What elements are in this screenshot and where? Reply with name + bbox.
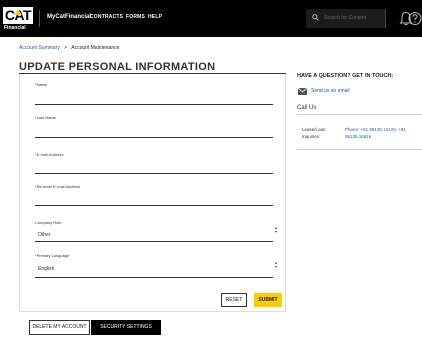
submit-button[interactable]: SUBMIT [254,293,282,307]
last-name-label: *Last Name [35,115,56,120]
company-role-arrows-icon[interactable]: ▴ ▾ [275,226,277,234]
phone-number-line-1[interactable]: Phone: +91 95135 12120, +91 [345,127,406,132]
delete-account-tab[interactable]: DELETE MY ACCOUNT [29,320,90,335]
breadcrumb-separator: > [64,45,68,51]
search-input[interactable]: Search for Content [324,15,366,21]
company-role-select[interactable]: Other [38,232,51,238]
company-role-label: Company Role [35,220,62,225]
contact-heading: HAVE A QUESTION? GET IN TOUCH: [297,73,394,79]
primary-language-label: *Primary Language [35,253,70,258]
email-field[interactable] [35,173,273,174]
breadcrumb-current: Account Maintenance [71,45,120,51]
cat-financial-logo[interactable]: CAT Financial [3,7,33,33]
phone-number-line-2[interactable]: 95135 16916 [345,134,371,139]
logo-triangle-icon [14,9,22,15]
reset-button[interactable]: RESET [221,293,247,307]
name-field[interactable] [35,104,273,105]
security-settings-tab[interactable]: SECURITY SETTINGS [91,320,161,335]
mail-icon [298,88,307,95]
nav-divider [39,10,40,27]
nav-link-help[interactable]: HELP [148,14,162,20]
search-icon [312,14,319,21]
top-navbar: CAT Financial MyCatFinancial CONTRACTS F… [0,0,422,37]
call-us-heading: Call Us [297,105,317,111]
reenter-email-label: *Re-enter E-mail Address [35,184,81,189]
search-box[interactable]: Search for Content [306,9,386,28]
primary-language-arrows-icon[interactable]: ▴ ▾ [275,261,277,269]
nav-link-contracts[interactable]: CONTRACTS [90,14,123,20]
company-role-underline [35,241,273,242]
last-name-field[interactable] [35,137,273,138]
help-circle-icon[interactable] [408,11,422,26]
primary-language-select[interactable]: English [38,266,54,272]
nav-link-forms[interactable]: FORMS [126,14,145,20]
breadcrumb: Account Summary > Account Maintenance [19,45,119,51]
call-us-card: Lease/Loan Inquiries: Phone: +91 95135 1… [297,115,422,150]
reenter-email-field[interactable] [35,205,273,206]
send-email-link[interactable]: Send us an email [311,88,350,94]
logo-subtext: Financial [4,25,26,31]
primary-language-underline [35,277,273,278]
breadcrumb-account-summary[interactable]: Account Summary [19,45,60,51]
email-label: *E-mail Address [35,152,64,157]
call-label-line-1: Lease/Loan [302,127,326,132]
call-label-line-2: Inquiries: [302,134,321,139]
personal-info-form: *Name *Last Name *E-mail Address *Re-ent… [19,74,286,312]
page-title: UPDATE PERSONAL INFORMATION [19,61,216,73]
nav-brand-link[interactable]: MyCatFinancial [47,14,91,20]
name-label: *Name [35,82,48,87]
